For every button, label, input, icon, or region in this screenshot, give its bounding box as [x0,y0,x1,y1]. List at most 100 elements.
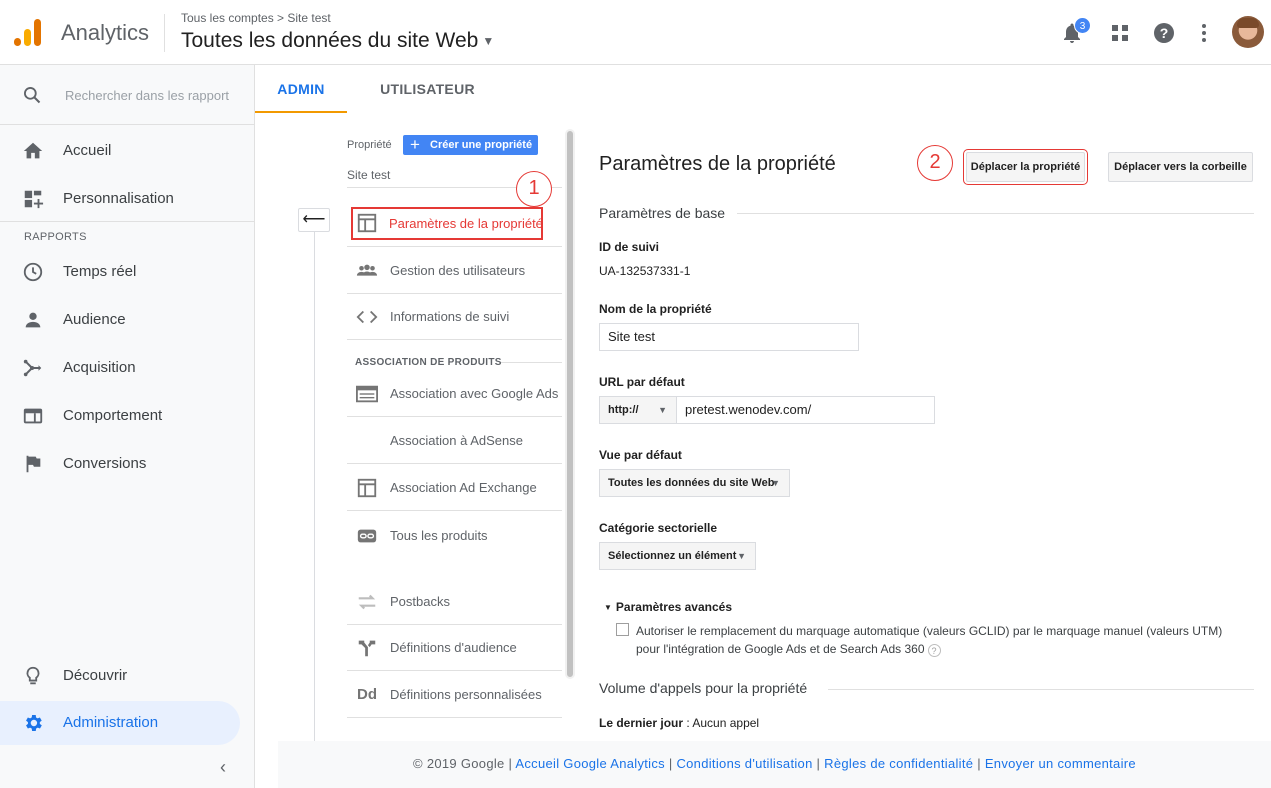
chevron-down-icon: ▼ [658,405,667,415]
help-icon[interactable]: ? [1152,21,1176,45]
sidebar-item-administration[interactable]: Administration [0,701,240,745]
hit-volume-heading: Volume d'appels pour la propriété [599,680,820,696]
last-day-label: Le dernier jour [599,716,684,730]
layout-icon [357,213,377,233]
menu-item-definitions-personnalisees[interactable]: Dd Définitions personnalisées [347,672,562,718]
tracking-id-value: UA-132537331-1 [599,264,691,278]
app-name[interactable]: Analytics [61,20,149,46]
footer-link-confidentialite[interactable]: Règles de confidentialité [824,756,973,771]
scrollbar[interactable] [565,129,575,679]
footer-link-commentaire[interactable]: Envoyer un commentaire [985,756,1136,771]
triangle-down-icon: ▼ [604,603,612,612]
sidebar-item-label: Comportement [63,407,163,424]
footer-link-conditions[interactable]: Conditions d'utilisation [676,756,812,771]
admin-tabs: ADMIN UTILISATEUR [255,65,1271,113]
property-name-label: Nom de la propriété [599,302,712,316]
divider [828,689,1254,690]
footer-separator: | [504,756,516,771]
property-settings-panel: Paramètres de la propriété 2 Déplacer la… [578,113,1271,741]
divider [347,416,562,417]
sidebar-item-label: Administration [63,714,159,731]
property-selector[interactable]: Site test [347,168,390,182]
default-view-select[interactable]: Toutes les données du site Web ▼ [599,469,790,497]
menu-item-label: Définitions d'audience [390,640,517,655]
sidebar: Rechercher dans les rapport Accueil Pers… [0,65,255,788]
property-column: ⟵ Propriété + Créer une propriété Site te… [255,113,578,741]
chevron-down-icon: ▼ [737,551,746,561]
sidebar-item-conversions[interactable]: Conversions [0,442,240,486]
last-day-hits: Le dernier jour : Aucun appel [599,716,759,730]
chevron-left-icon[interactable]: ‹ [220,757,226,778]
menu-item-ad-exchange[interactable]: Association Ad Exchange [347,465,562,511]
default-url-label: URL par défaut [599,375,685,389]
menu-item-definitions-audience[interactable]: Définitions d'audience [347,625,562,671]
arrow-back-icon[interactable]: ⟵ [298,208,330,232]
avatar[interactable] [1232,16,1264,48]
code-icon [356,310,378,324]
gear-icon [26,715,42,731]
protocol-select[interactable]: http:// ▼ [599,396,677,424]
tab-admin[interactable]: ADMIN [255,65,347,113]
behavior-icon [23,408,43,424]
industry-category-label: Catégorie sectorielle [599,521,718,535]
sidebar-item-acquisition[interactable]: Acquisition [0,346,240,390]
divider [314,232,315,741]
footer-link-accueil[interactable]: Accueil Google Analytics [515,756,665,771]
divider [728,213,1254,214]
plus-icon: + [410,135,420,154]
industry-category-select[interactable]: Sélectionnez un élément ▼ [599,542,756,570]
divider [347,510,562,511]
sidebar-item-accueil[interactable]: Accueil [0,129,240,173]
search-input[interactable]: Rechercher dans les rapport [65,88,229,103]
divider [347,246,562,247]
menu-item-parametres-propriete[interactable]: Paramètres de la propriété [351,207,543,240]
move-to-trash-button[interactable]: Déplacer vers la corbeille [1108,152,1253,182]
sidebar-item-label: Accueil [63,142,112,159]
footer: © 2019 Google | Accueil Google Analytics… [278,741,1271,788]
sidebar-search[interactable]: Rechercher dans les rapport [0,65,254,125]
help-icon[interactable]: ? [927,644,941,657]
menu-item-tous-produits[interactable]: Tous les produits [347,513,562,559]
breadcrumb[interactable]: Tous les comptes > Site test [181,11,331,25]
more-vert-icon[interactable] [1192,21,1216,45]
lightbulb-icon [26,666,40,685]
sidebar-item-label: Temps réel [63,263,137,280]
sidebar-item-label: Découvrir [63,667,128,684]
dd-icon: Dd [357,686,377,703]
notification-badge: 3 [1074,17,1091,34]
menu-item-gestion-utilisateurs[interactable]: Gestion des utilisateurs [347,248,562,294]
default-view-value: Toutes les données du site Web [608,477,775,489]
tracking-id-label: ID de suivi [599,240,660,254]
sidebar-item-decouvrir[interactable]: Découvrir [0,654,240,698]
last-day-value: : Aucun appel [683,716,760,730]
industry-category-value: Sélectionnez un élément [608,550,737,562]
footer-separator: | [973,756,985,771]
default-url-field[interactable]: pretest.wenodev.com/ [676,396,935,424]
property-name-field[interactable]: Site test [599,323,859,351]
menu-item-informations-suivi[interactable]: Informations de suivi [347,294,562,340]
tab-utilisateur[interactable]: UTILISATEUR [355,65,500,113]
apps-grid-icon[interactable] [1108,21,1132,45]
menu-item-label: Association avec Google Ads [390,386,559,401]
create-property-button[interactable]: + Créer une propriété [403,135,538,155]
swap-icon [358,594,376,610]
dashboard-plus-icon [24,190,44,209]
product-section-label: ASSOCIATION DE PRODUITS [355,357,502,368]
analytics-logo-icon[interactable] [14,18,44,48]
sidebar-item-personnalisation[interactable]: Personnalisation [0,177,240,221]
menu-item-label: Informations de suivi [390,309,510,324]
auto-tagging-override-checkbox[interactable] [616,623,629,636]
menu-item-adsense[interactable]: Association à AdSense [347,418,562,464]
annotation-marker-1: 1 [516,171,552,207]
chevron-down-icon: ▼ [771,478,780,488]
advanced-settings-toggle[interactable]: ▼ Paramètres avancés [604,600,732,614]
menu-item-label: Tous les produits [390,528,488,543]
menu-item-google-ads[interactable]: Association avec Google Ads [347,371,562,417]
svg-text:?: ? [1160,25,1169,41]
sidebar-item-audience[interactable]: Audience [0,298,240,342]
sidebar-item-comportement[interactable]: Comportement [0,394,240,438]
menu-item-postbacks[interactable]: Postbacks [347,579,562,625]
view-selector[interactable]: Toutes les données du site Web ▼ [181,29,494,53]
move-property-button[interactable]: Déplacer la propriété [963,149,1088,185]
sidebar-item-temps-reel[interactable]: Temps réel [0,250,240,294]
